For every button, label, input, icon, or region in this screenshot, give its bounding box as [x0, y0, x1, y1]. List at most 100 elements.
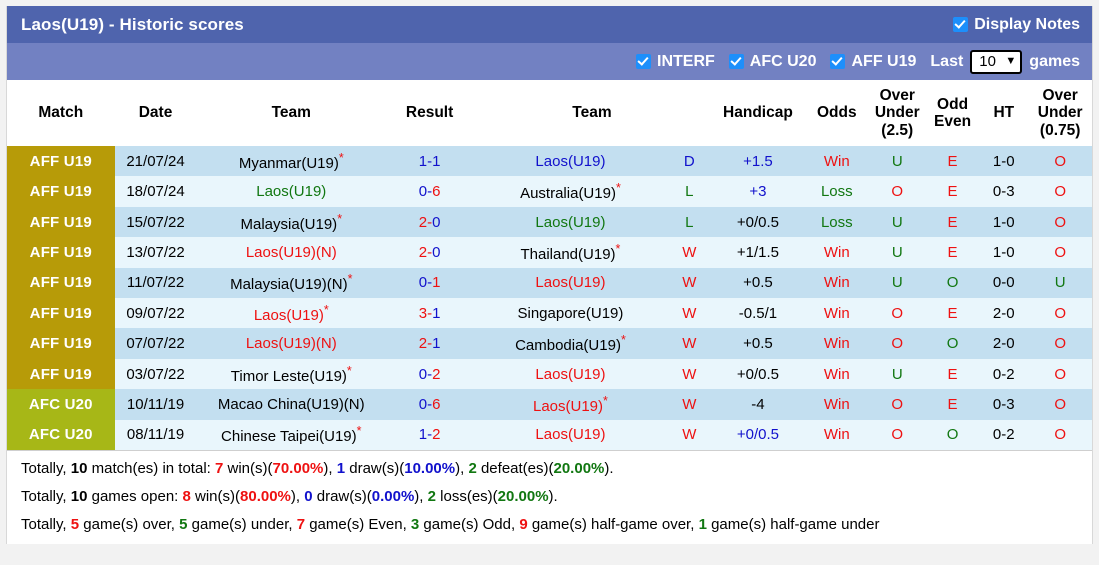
col-ou25-line3: (2.5)	[881, 121, 914, 139]
odds-result: Win	[805, 328, 869, 359]
result-score[interactable]: 2-1	[386, 328, 474, 359]
away-team[interactable]: Laos(U19)*	[473, 389, 668, 420]
match-badge[interactable]: AFF U19	[7, 358, 115, 390]
home-team[interactable]: Laos(U19)	[196, 176, 387, 207]
col-date[interactable]: Date	[114, 80, 197, 147]
table-row[interactable]: AFF U19 03/07/22 Timor Leste(U19)* 0-2 Laos(…	[7, 358, 1092, 390]
over-under-25-value: O	[868, 298, 926, 329]
over-under-075-value: O	[1028, 298, 1092, 329]
away-team[interactable]: Singapore(U19)	[473, 298, 668, 329]
table-row[interactable]: AFF U19 13/07/22 Laos(U19)(N) 2-0 Thailand(U…	[7, 237, 1092, 268]
home-team[interactable]: Laos(U19)*	[196, 298, 387, 329]
asterisk-marker: *	[615, 241, 621, 256]
result-away-goals: 2	[432, 365, 441, 383]
col-odd-even[interactable]: Odd Even	[925, 80, 980, 147]
col-over-under-075[interactable]: Over Under (0.75)	[1028, 80, 1092, 147]
summary2-losses-label: loss(es)(	[435, 488, 498, 506]
match-badge[interactable]: AFF U19	[7, 206, 115, 238]
table-row[interactable]: AFF U19 11/07/22 Malaysia(U19)(N)* 0-1 Laos(…	[7, 267, 1092, 299]
match-badge[interactable]: AFF U19	[7, 146, 115, 177]
checkbox-checked-icon[interactable]	[636, 54, 652, 69]
games-count-value: 10	[979, 53, 996, 70]
summary3-prefix: Totally,	[21, 516, 71, 534]
match-badge[interactable]: AFF U19	[7, 328, 115, 359]
away-team[interactable]: Laos(U19)	[473, 206, 668, 238]
summary1-draws-sep: ),	[323, 459, 337, 477]
checkbox-checked-icon[interactable]	[830, 54, 846, 69]
match-badge[interactable]: AFC U20	[7, 389, 115, 420]
home-team[interactable]: Chinese Taipei(U19)*	[196, 419, 387, 450]
away-team[interactable]: Laos(U19)	[473, 146, 668, 177]
col-handicap[interactable]: Handicap	[710, 80, 806, 147]
col-home-team[interactable]: Team	[196, 80, 387, 147]
filter-aff-u19[interactable]: AFF U19	[830, 53, 916, 71]
result-score[interactable]: 1-2	[386, 419, 474, 450]
table-row[interactable]: AFF U19 15/07/22 Malaysia(U19)* 2-0 Laos(U19…	[7, 206, 1092, 238]
col-match[interactable]: Match	[7, 80, 115, 147]
away-team[interactable]: Australia(U19)*	[473, 176, 668, 207]
over-under-25-value: O	[868, 389, 926, 420]
table-row[interactable]: AFF U19 09/07/22 Laos(U19)* 3-1 Singapore(U1…	[7, 298, 1092, 329]
match-badge[interactable]: AFF U19	[7, 267, 115, 299]
home-team[interactable]: Malaysia(U19)(N)*	[196, 267, 387, 299]
filter-interf-label: INTERF	[657, 52, 715, 70]
checkbox-checked-icon[interactable]	[728, 54, 744, 69]
away-team[interactable]: Laos(U19)	[473, 267, 668, 299]
half-time-score: 0-2	[979, 419, 1029, 450]
table-row[interactable]: AFF U19 07/07/22 Laos(U19)(N) 2-1 Cambodia(U…	[7, 328, 1092, 359]
col-ou075-line1: Over	[1042, 87, 1078, 104]
col-ht[interactable]: HT	[979, 80, 1029, 147]
result-away-goals: 1	[432, 152, 441, 170]
result-score[interactable]: 2-0	[386, 237, 474, 268]
result-score[interactable]: 0-1	[386, 267, 474, 299]
games-count-select[interactable]: 10 ▼	[970, 49, 1023, 74]
summary2-losses-pct: 20.00%	[497, 488, 549, 506]
result-score[interactable]: 0-2	[386, 358, 474, 390]
col-result[interactable]: Result	[386, 80, 474, 147]
match-badge[interactable]: AFF U19	[7, 298, 115, 329]
checkbox-checked-icon[interactable]	[953, 17, 969, 32]
away-team[interactable]: Laos(U19)	[473, 419, 668, 450]
away-team[interactable]: Cambodia(U19)*	[473, 328, 668, 359]
summary3-odd-label: game(s) Odd,	[419, 516, 520, 534]
match-date: 09/07/22	[114, 298, 197, 329]
col-over-under-25[interactable]: Over Under (2.5)	[868, 80, 926, 147]
match-badge[interactable]: AFF U19	[7, 176, 115, 207]
home-team[interactable]: Macao China(U19)(N)	[196, 389, 387, 420]
table-row[interactable]: AFC U20 10/11/19 Macao China(U19)(N) 0-6 Lao…	[7, 389, 1092, 420]
away-team-label: Laos(U19)	[532, 397, 604, 415]
away-team[interactable]: Thailand(U19)*	[473, 237, 668, 268]
home-team-label: Chinese Taipei(U19)	[221, 428, 357, 446]
result-score[interactable]: 0-6	[386, 176, 474, 207]
match-badge[interactable]: AFF U19	[7, 237, 115, 268]
col-odds[interactable]: Odds	[805, 80, 869, 147]
over-under-075-value: O	[1028, 389, 1092, 420]
odd-even-value: E	[925, 146, 980, 177]
odds-result: Win	[805, 389, 869, 420]
result-score[interactable]: 3-1	[386, 298, 474, 329]
result-score[interactable]: 0-6	[386, 389, 474, 420]
filter-interf[interactable]: INTERF	[636, 53, 715, 71]
filter-afc-u20[interactable]: AFC U20	[728, 53, 816, 71]
result-score[interactable]: 2-0	[386, 206, 474, 238]
table-row[interactable]: AFF U19 18/07/24 Laos(U19) 0-6 Australia(U19…	[7, 176, 1092, 207]
col-ou075-line3: (0.75)	[1039, 121, 1081, 139]
historic-scores-table: Match Date Team Result Team Handicap Odd…	[7, 80, 1092, 450]
result-score[interactable]: 1-1	[386, 146, 474, 177]
match-badge[interactable]: AFC U20	[7, 419, 115, 450]
home-team[interactable]: Malaysia(U19)*	[196, 206, 387, 238]
summary2-total-suffix: games open:	[87, 488, 183, 506]
table-row[interactable]: AFF U19 21/07/24 Myanmar(U19)* 1-1 Laos(U19)…	[7, 146, 1092, 177]
home-team[interactable]: Timor Leste(U19)*	[196, 358, 387, 390]
table-row[interactable]: AFC U20 08/11/19 Chinese Taipei(U19)* 1-2 La…	[7, 419, 1092, 450]
home-team[interactable]: Laos(U19)(N)	[196, 328, 387, 359]
display-notes-toggle[interactable]: Display Notes	[953, 16, 1080, 34]
home-team[interactable]: Laos(U19)(N)	[196, 237, 387, 268]
summary2-total: 10	[70, 488, 88, 506]
over-under-075-value: O	[1028, 237, 1092, 268]
col-away-team[interactable]: Team	[473, 80, 711, 147]
result-home-goals: 0	[418, 183, 428, 201]
away-team[interactable]: Laos(U19)	[473, 358, 668, 390]
home-team[interactable]: Myanmar(U19)*	[196, 146, 387, 177]
result-away-goals: 1	[432, 335, 441, 353]
